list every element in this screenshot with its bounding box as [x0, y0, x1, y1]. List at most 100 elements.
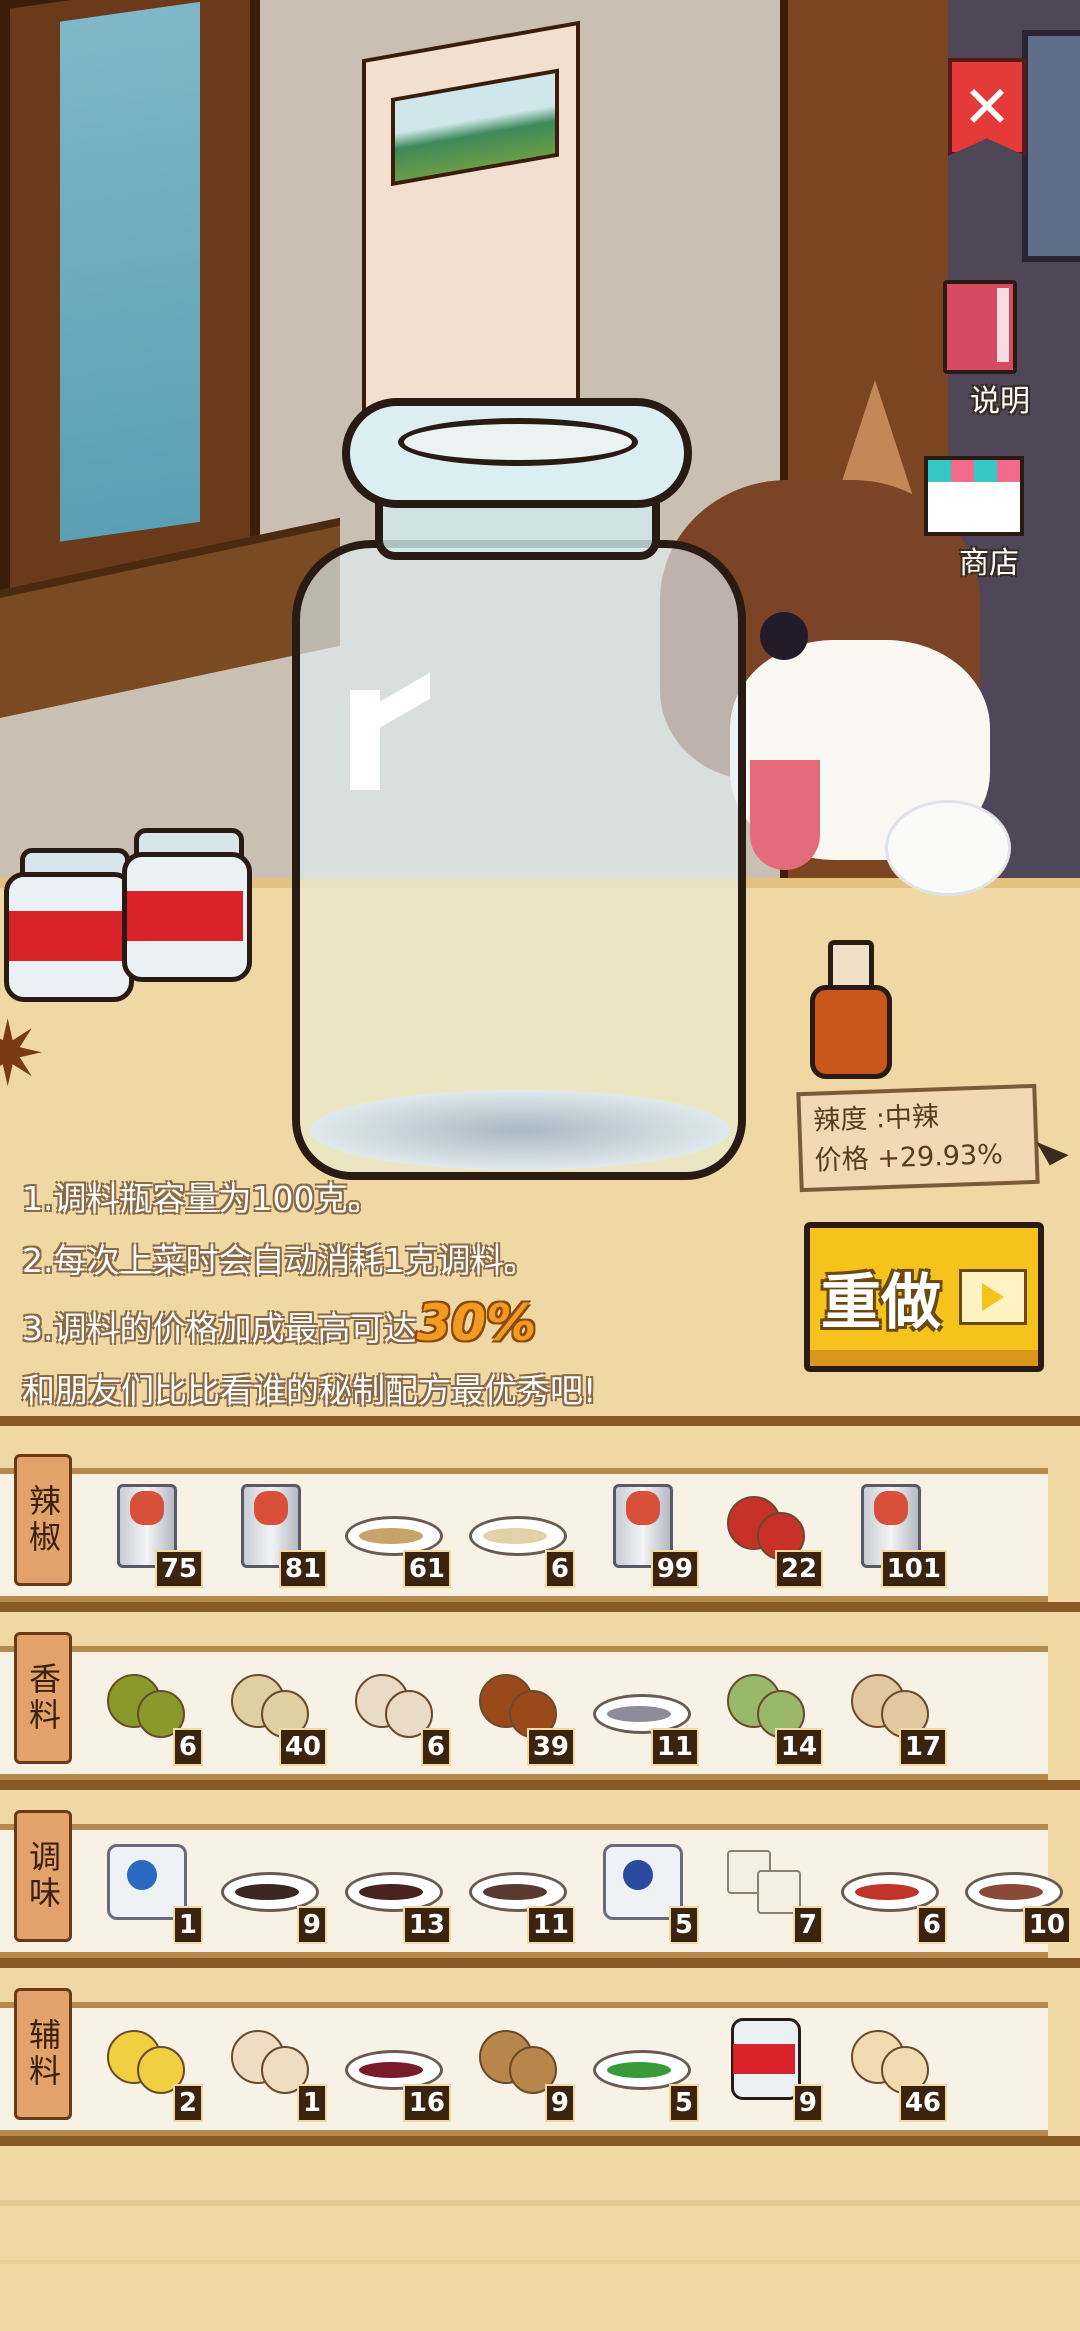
window-glass [60, 1, 200, 542]
ingredient-item[interactable]: 6 [829, 1834, 947, 1944]
close-icon: ✕ [962, 73, 1012, 141]
wall-calendar [362, 20, 580, 448]
ingredient-item[interactable]: 9 [209, 1834, 327, 1944]
garlic-icon [345, 1662, 437, 1738]
ingredient-item[interactable]: 101 [829, 1478, 947, 1588]
category-tag[interactable]: 香料 [14, 1632, 72, 1764]
table-plank-line [0, 2200, 1080, 2206]
corgi-paw [885, 800, 1011, 896]
ingredient-count: 39 [526, 1728, 575, 1766]
redo-button[interactable]: 重做 [804, 1222, 1044, 1372]
ingredient-count: 6 [916, 1906, 947, 1944]
ingredient-item[interactable]: 16 [333, 2012, 451, 2122]
oyster-sauce-dish-icon [469, 1840, 567, 1916]
ingredient-count: 10 [1022, 1906, 1071, 1944]
ingredient-item[interactable]: 81 [209, 1478, 327, 1588]
ingredient-item[interactable]: 75 [85, 1478, 203, 1588]
grey-powder-dish-icon [593, 1662, 691, 1738]
play-arrow-icon [959, 1269, 1027, 1325]
ingredient-item[interactable]: 1 [209, 2012, 327, 2122]
table-plank-line [0, 2260, 1080, 2264]
ingredient-item[interactable]: 14 [705, 1656, 823, 1766]
ingredient-count: 46 [898, 2084, 947, 2122]
ingredient-item[interactable]: 61 [333, 1478, 451, 1588]
ingredient-item[interactable]: 11 [457, 1834, 575, 1944]
ingredient-item[interactable]: 9 [457, 2012, 575, 2122]
category-tag[interactable]: 调味 [14, 1810, 72, 1942]
star-anise-cinnamon-icon [469, 1662, 561, 1738]
ingredient-count: 1 [296, 2084, 327, 2122]
vinegar-dish-icon [965, 1840, 1063, 1916]
ingredient-count: 101 [880, 1550, 947, 1588]
price-bonus-text: 价格 +29.93% [814, 1139, 1004, 1177]
red-spice-can-icon [97, 1484, 189, 1568]
ingredient-item[interactable]: 22 [705, 1478, 823, 1588]
tomato-jar [4, 872, 134, 1002]
ingredient-count: 40 [278, 1728, 327, 1766]
ingredient-count: 99 [650, 1550, 699, 1588]
ingredient-count: 7 [792, 1906, 823, 1944]
category-tag[interactable]: 辅料 [14, 1988, 72, 2120]
shelf-divider [0, 1958, 1080, 1968]
ingredient-item[interactable]: 10 [953, 1834, 1071, 1944]
ingredient-item[interactable]: 17 [829, 1656, 947, 1766]
category-tag[interactable]: 辣椒 [14, 1454, 72, 1586]
rule-line: 3.调料的价格加成最高可达30% [22, 1292, 762, 1360]
ingredient-item[interactable]: 99 [581, 1478, 699, 1588]
tomato-label [9, 911, 125, 961]
redo-label: 重做 [821, 1267, 941, 1338]
help-button[interactable]: 说明 [930, 280, 1030, 420]
green-pods-icon [97, 1662, 189, 1738]
peanuts-icon [221, 2018, 313, 2094]
dark-sauce-dish-icon [221, 1840, 319, 1916]
jar-mouth [398, 418, 638, 466]
ingredient-item[interactable]: 6 [457, 1478, 575, 1588]
rule-line: 2.每次上菜时会自动消耗1克调料。 [22, 1241, 537, 1280]
shelf-divider [0, 1602, 1080, 1612]
rules-text: 1.调料瓶容量为100克。 2.每次上菜时会自动消耗1克调料。 3.调料的价格加… [22, 1168, 762, 1422]
ingredient-item[interactable]: 7 [705, 1834, 823, 1944]
ingredient-count: 5 [668, 2084, 699, 2122]
ingredient-count: 61 [402, 1550, 451, 1588]
seasoning-info-card: 辣度 :中辣 价格 +29.93% [796, 1083, 1040, 1193]
ingredient-count: 17 [898, 1728, 947, 1766]
ingredient-count: 75 [154, 1550, 203, 1588]
ingredient-item[interactable]: 1 [85, 1834, 203, 1944]
star-anise-icon: ✷ [0, 1002, 46, 1107]
lemon-slice-icon [97, 2018, 189, 2094]
ingredient-item[interactable]: 2 [85, 2012, 203, 2122]
ingredient-item[interactable]: 6 [333, 1656, 451, 1766]
ingredient-item[interactable]: 39 [457, 1656, 575, 1766]
ingredient-count: 5 [668, 1906, 699, 1944]
ingredient-count: 2 [172, 2084, 203, 2122]
shelf-divider [0, 1416, 1080, 1426]
shop-button[interactable]: 商店 [924, 456, 1024, 582]
shop-icon [924, 456, 1024, 536]
walnut-icon [469, 2018, 561, 2094]
msg-bag-icon [593, 1840, 685, 1920]
ingredient-item[interactable]: 13 [333, 1834, 451, 1944]
ingredient-count: 9 [544, 2084, 575, 2122]
ingredient-item[interactable]: 46 [829, 2012, 947, 2122]
corgi-tongue [750, 760, 820, 870]
cashew-icon [841, 2018, 933, 2094]
salt-bag-icon [97, 1840, 189, 1920]
ingredient-count: 9 [792, 2084, 823, 2122]
book-icon [943, 280, 1017, 374]
red-spice-can-icon [593, 1484, 685, 1568]
ingredient-item[interactable]: 11 [581, 1656, 699, 1766]
rule-line: 1.调料瓶容量为100克。 [22, 1179, 381, 1218]
ingredient-item[interactable]: 40 [209, 1656, 327, 1766]
chili-oil-bottle [810, 985, 892, 1079]
light-powder-dish-icon [469, 1484, 567, 1560]
ingredient-item[interactable]: 9 [705, 2012, 823, 2122]
sugar-cubes-icon [717, 1840, 809, 1916]
rule-line-prefix: 3.调料的价格加成最高可达 [22, 1309, 417, 1348]
ingredient-item[interactable]: 6 [85, 1656, 203, 1766]
ingredient-count: 81 [278, 1550, 327, 1588]
rule-line: 和朋友们比比看谁的秘制配方最优秀吧! [22, 1371, 597, 1410]
powder-pile-icon [221, 1662, 313, 1738]
ingredient-count: 11 [650, 1728, 699, 1766]
ingredient-item[interactable]: 5 [581, 2012, 699, 2122]
ingredient-item[interactable]: 5 [581, 1834, 699, 1944]
